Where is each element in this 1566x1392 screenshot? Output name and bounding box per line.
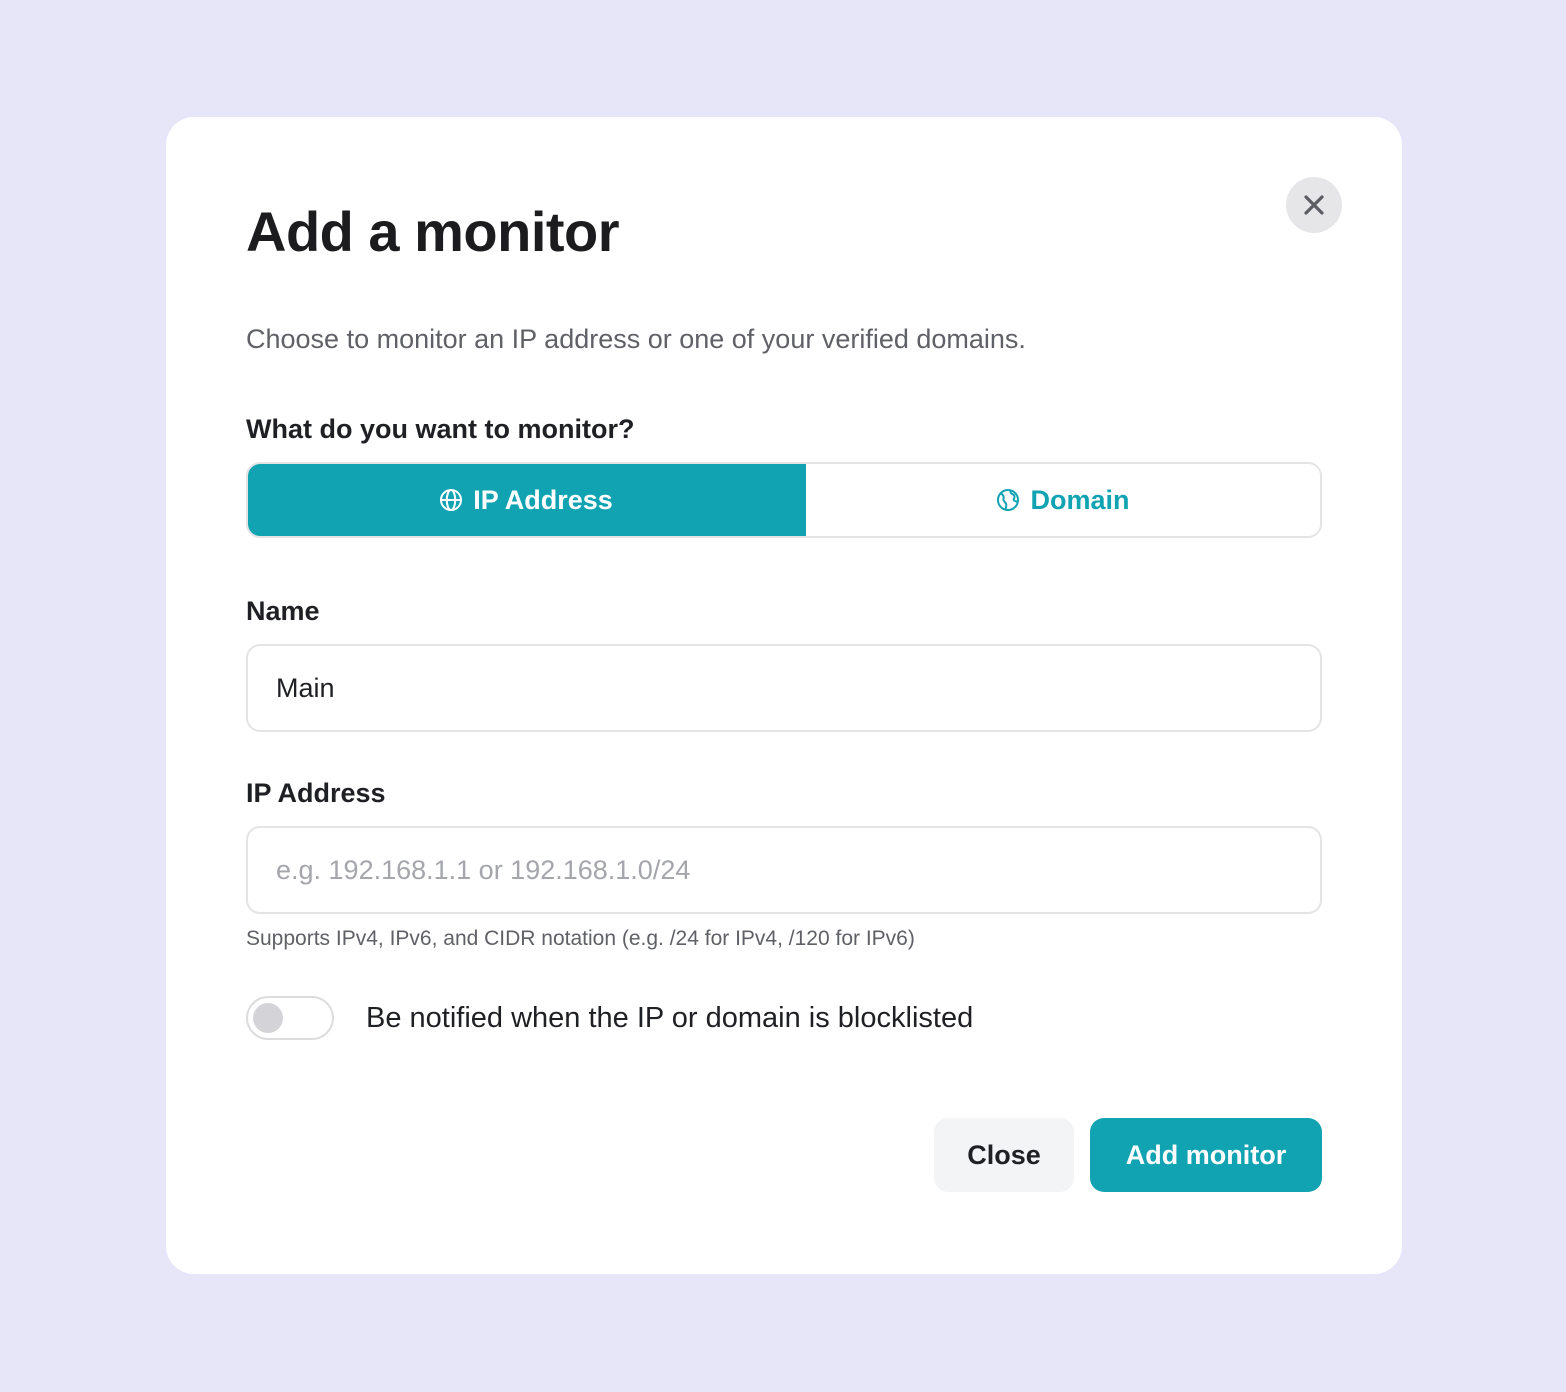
globe-icon — [440, 489, 463, 511]
add-monitor-dialog: Add a monitor Choose to monitor an IP ad… — [166, 117, 1402, 1274]
tab-domain-label: Domain — [1030, 484, 1130, 515]
add-monitor-button[interactable]: Add monitor — [1090, 1118, 1322, 1192]
blocklist-notify-label: Be notified when the IP or domain is blo… — [366, 1002, 974, 1034]
name-input[interactable] — [246, 644, 1322, 732]
ip-address-help-text: Supports IPv4, IPv6, and CIDR notation (… — [246, 927, 915, 950]
dialog-close-button[interactable] — [1286, 177, 1342, 233]
tab-ip-address-label: IP Address — [473, 484, 613, 515]
close-icon — [1304, 195, 1324, 215]
monitor-type-selector: IP Address Domain — [246, 462, 1322, 538]
ip-address-input[interactable] — [246, 826, 1322, 914]
close-button[interactable]: Close — [934, 1118, 1074, 1192]
dialog-title: Add a monitor — [246, 200, 620, 263]
tab-ip-address[interactable]: IP Address — [248, 464, 806, 536]
earth-icon — [997, 489, 1020, 511]
dialog-subtitle: Choose to monitor an IP address or one o… — [246, 324, 1026, 354]
name-field-label: Name — [246, 596, 320, 626]
blocklist-notify-toggle[interactable] — [246, 996, 334, 1040]
toggle-knob — [253, 1003, 283, 1033]
tab-domain[interactable]: Domain — [806, 464, 1320, 536]
ip-address-field-label: IP Address — [246, 778, 386, 808]
monitor-type-label: What do you want to monitor? — [246, 414, 635, 444]
